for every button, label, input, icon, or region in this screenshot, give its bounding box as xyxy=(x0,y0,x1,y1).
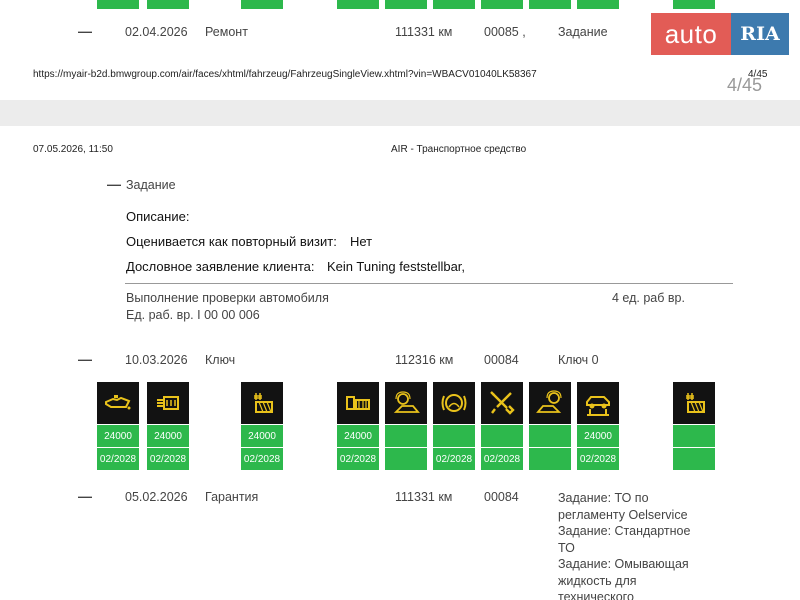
vehicle-inspection-icon xyxy=(577,382,619,424)
print-url[interactable]: https://myair-b2d.bmwgroup.com/air/faces… xyxy=(33,69,537,80)
entry-code: 00085 , xyxy=(484,25,526,39)
task-line: Задание: ТО по xyxy=(558,491,649,505)
entry-type: Ремонт xyxy=(205,25,248,39)
tile-mileage: 24000 xyxy=(577,424,619,447)
print-datetime: 07.05.2026, 11:50 xyxy=(33,144,113,155)
labor-units-value: 4 ед. раб вр. xyxy=(612,291,685,305)
engine-oil-icon xyxy=(97,382,139,424)
tile-mileage: 24000 xyxy=(337,424,379,447)
tile-mileage: 24000 xyxy=(241,424,283,447)
prev-tile-stub xyxy=(577,0,619,9)
prev-tile-stub xyxy=(241,0,283,9)
entry-mileage: 111331 км xyxy=(395,490,453,504)
task-line: Задание: Стандартное xyxy=(558,524,691,538)
task-line: ТО xyxy=(558,540,575,555)
tile-date xyxy=(673,447,715,470)
labor-units-code: Ед. раб. вр. I 00 00 006 xyxy=(126,308,260,322)
entry-mileage: 111331 км xyxy=(395,25,453,39)
brake-pads-rear-icon xyxy=(529,382,571,424)
task-line: технического xyxy=(558,590,634,600)
entry-date: 05.02.2026 xyxy=(125,490,188,504)
prev-tile-stub xyxy=(673,0,715,9)
brake-pads-front-icon xyxy=(385,382,427,424)
tile-date: 02/2028 xyxy=(481,447,523,470)
tile-date xyxy=(385,447,427,470)
prev-tile-stub xyxy=(385,0,427,9)
service-tile xyxy=(673,382,715,470)
entry-type: Ключ xyxy=(205,353,236,367)
tile-date: 02/2028 xyxy=(241,447,283,470)
entry-date: 02.04.2026 xyxy=(125,25,188,39)
tile-mileage: 24000 xyxy=(97,424,139,447)
task-line: Задание: Омывающая xyxy=(558,557,689,571)
customer-statement-value: Kein Tuning feststellbar, xyxy=(327,259,466,274)
tile-date: 02/2028 xyxy=(433,447,475,470)
divider xyxy=(125,283,733,284)
fuel-filter-icon xyxy=(337,382,379,424)
tile-date: 02/2028 xyxy=(147,447,189,470)
logo-ria-part: RIA xyxy=(731,13,789,55)
repeat-visit-value: Нет xyxy=(350,234,373,249)
service-tile xyxy=(529,382,571,470)
service-tile xyxy=(385,382,427,470)
customer-statement-label: Дословное заявление клиента: xyxy=(126,259,315,274)
microfilter-icon xyxy=(241,382,283,424)
collapse-toggle[interactable]: — xyxy=(107,176,121,192)
tile-mileage: 24000 xyxy=(147,424,189,447)
service-tile: 24000 02/2028 xyxy=(147,382,189,470)
entry-task-list: Задание: ТО по регламенту Oelservice Зад… xyxy=(558,490,728,600)
page-number-large: 4/45 xyxy=(727,75,763,95)
logo-auto-part: auto xyxy=(651,13,731,55)
page-title: AIR - Транспортное средство xyxy=(391,144,527,155)
repeat-visit-label: Оценивается как повторный визит: xyxy=(126,234,337,249)
prev-tile-stub xyxy=(147,0,189,9)
prev-tile-stub xyxy=(433,0,475,9)
service-tile: 02/2028 xyxy=(433,382,475,470)
autoria-watermark-logo: auto RIA xyxy=(651,13,789,55)
task-line: жидкость для xyxy=(558,573,637,588)
brake-fluid-icon xyxy=(433,382,475,424)
tile-mileage xyxy=(529,424,571,447)
entry-task: Ключ 0 xyxy=(558,353,599,367)
description-label: Описание: xyxy=(126,209,190,224)
tile-date: 02/2028 xyxy=(337,447,379,470)
task-heading: Задание xyxy=(126,178,176,192)
page-separator xyxy=(0,100,800,126)
service-tile: 24000 02/2028 xyxy=(577,382,619,470)
tile-mileage xyxy=(385,424,427,447)
entry-code: 00084 xyxy=(484,490,519,504)
prev-tile-stub xyxy=(481,0,523,9)
particulate-filter-icon xyxy=(147,382,189,424)
entry-mileage: 112316 км xyxy=(395,353,454,367)
vehicle-check-line: Выполнение проверки автомобиля xyxy=(126,291,329,305)
microfilter-2-icon xyxy=(673,382,715,424)
service-tile: 24000 02/2028 xyxy=(97,382,139,470)
service-tile: 24000 02/2028 xyxy=(241,382,283,470)
collapse-toggle[interactable]: — xyxy=(78,351,92,367)
entry-date: 10.03.2026 xyxy=(125,353,188,367)
tile-mileage xyxy=(481,424,523,447)
task-line: регламенту Oelservice xyxy=(558,507,688,522)
prev-tile-stub xyxy=(97,0,139,9)
prev-tile-stub xyxy=(529,0,571,9)
collapse-toggle[interactable]: — xyxy=(78,23,92,39)
tile-mileage xyxy=(673,424,715,447)
tile-date: 02/2028 xyxy=(97,447,139,470)
prev-tile-stub xyxy=(337,0,379,9)
tile-date xyxy=(529,447,571,470)
collapse-toggle[interactable]: — xyxy=(78,488,92,504)
entry-task: Задание xyxy=(558,25,608,39)
service-tile: 02/2028 xyxy=(481,382,523,470)
tile-mileage xyxy=(433,424,475,447)
entry-code: 00084 xyxy=(484,353,519,367)
entry-type: Гарантия xyxy=(205,490,259,504)
service-tile: 24000 02/2028 xyxy=(337,382,379,470)
tile-date: 02/2028 xyxy=(577,447,619,470)
vehicle-check-icon xyxy=(481,382,523,424)
